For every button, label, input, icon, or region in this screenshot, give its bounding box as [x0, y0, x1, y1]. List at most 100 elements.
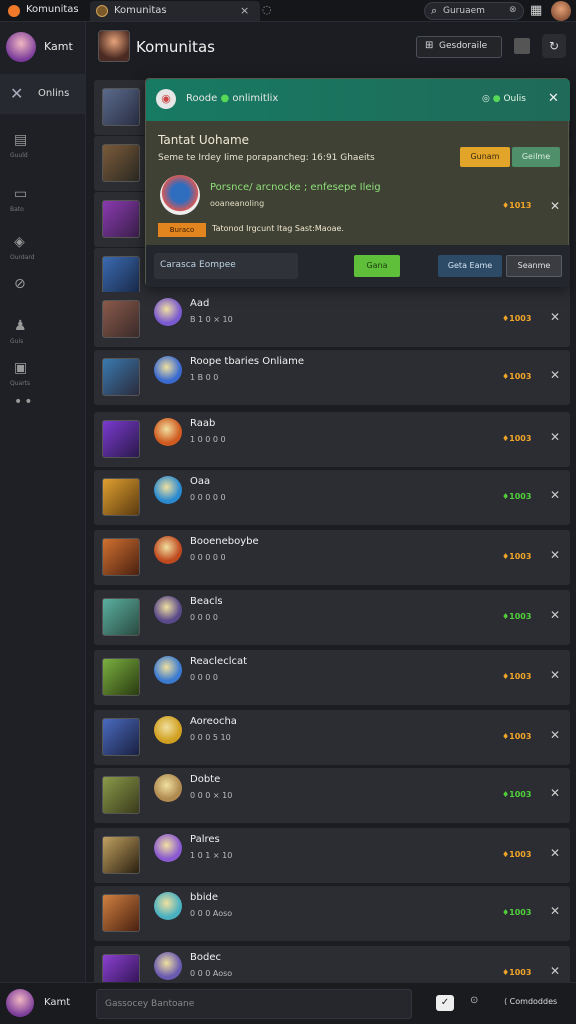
more-icon[interactable]: ••: [14, 394, 35, 410]
close-icon[interactable]: ✕: [550, 904, 560, 918]
close-icon[interactable]: ✕: [550, 430, 560, 444]
sidebar-item-link[interactable]: ⊘: [0, 270, 86, 310]
confirm-button[interactable]: Gana: [354, 255, 400, 277]
clear-icon[interactable]: ⊗: [509, 5, 517, 15]
game-button[interactable]: Geta Eame: [438, 255, 502, 277]
close-icon[interactable]: ✕: [548, 91, 559, 106]
sidebar-item-bato[interactable]: ▭ Bato: [0, 180, 86, 220]
list-item[interactable]: Aoreocha 0 0 0 5 10 ♦1003 ✕: [94, 710, 570, 765]
list-item[interactable]: Raab 1 0 0 0 0 ♦1003 ✕: [94, 412, 570, 467]
close-icon[interactable]: ✕: [550, 548, 560, 562]
level-badge: ♦1003: [502, 552, 531, 561]
list-item[interactable]: Booeneboybe 0 0 0 0 0 ♦1003 ✕: [94, 530, 570, 585]
member-name: Palres: [190, 834, 220, 845]
list-item[interactable]: bbide 0 0 0 Aoso ♦1003 ✕: [94, 886, 570, 941]
popup-secondary-button[interactable]: Geilme: [512, 147, 560, 167]
game-thumbnail: [102, 300, 140, 338]
chat-avatar: [160, 175, 200, 215]
app-title: Komunitas: [26, 4, 79, 15]
member-name: Dobte: [190, 774, 221, 785]
badge-value: 1003: [509, 314, 532, 323]
game-thumbnail: [102, 200, 140, 238]
avatar[interactable]: [551, 1, 571, 21]
status-text: ⟨ Comdoddes: [504, 997, 558, 1006]
list-item[interactable]: Palres 1 0 1 × 10 ♦1003 ✕: [94, 828, 570, 883]
close-icon[interactable]: ✕: [550, 488, 560, 502]
level-badge: ♦1003: [502, 434, 531, 443]
member-name: Bodec: [190, 952, 221, 963]
notification-popup: ◉ Roode ● onlimitlix ◎ ● Oulis ✕ Tantat …: [145, 78, 570, 287]
list-item[interactable]: Dobte 0 0 0 × 10 ♦1003 ✕: [94, 768, 570, 823]
message-input[interactable]: Gassocey Bantoane: [96, 989, 412, 1019]
game-icon: [154, 476, 182, 504]
level-badge: ♦1003: [502, 732, 531, 741]
search-icon: ⌕: [431, 4, 438, 17]
refresh-icon[interactable]: ↻: [542, 34, 566, 58]
sidebar-item-guild[interactable]: ▤ Guuld: [0, 126, 86, 166]
sidebar-item-label: Bato: [10, 206, 24, 213]
close-icon[interactable]: ✕: [550, 310, 560, 324]
sidebar-item-ourdard[interactable]: ◈ Ourdard: [0, 228, 86, 268]
alert-icon: ◉: [156, 89, 176, 109]
list-item[interactable]: Roope tbaries Onliame 1 B 0 0 ♦1003 ✕: [94, 350, 570, 405]
badge-value: 1003: [509, 850, 532, 859]
close-icon[interactable]: ✕: [550, 786, 560, 800]
sidebar-item-guis[interactable]: ♟ Guis: [0, 312, 86, 352]
badge-value: 1003: [509, 552, 532, 561]
game-thumbnail: [102, 88, 140, 126]
community-avatar: [98, 30, 130, 62]
close-icon[interactable]: ✕: [550, 199, 560, 213]
header-action-button[interactable]: ⊞ Gesdoraile: [416, 36, 502, 58]
chat-message: Porsnce/ arcnocke ; enfesepe Ileig: [210, 182, 381, 193]
close-icon[interactable]: ✕: [550, 728, 560, 742]
close-icon[interactable]: ✕: [550, 668, 560, 682]
settings-icon[interactable]: ⊙: [470, 995, 478, 1006]
tab-close-icon[interactable]: ×: [240, 4, 249, 17]
sidebar-item-online[interactable]: ✕ Onlins: [0, 74, 86, 114]
list-item[interactable]: Aad B 1 0 × 10 ♦1003 ✕: [94, 292, 570, 347]
popup-input[interactable]: Carasca Eompee: [154, 253, 298, 279]
list-item[interactable]: Reacleclcat 0 0 0 0 ♦1003 ✕: [94, 650, 570, 705]
popup-header: ◉ Roode ● onlimitlix ◎ ● Oulis ✕: [146, 79, 570, 121]
game-thumbnail: [102, 538, 140, 576]
user-avatar[interactable]: [6, 32, 36, 62]
game-icon: [154, 418, 182, 446]
game-thumbnail: [102, 478, 140, 516]
member-meta: 0 0 0 5 10: [190, 733, 231, 742]
close-icon[interactable]: ✕: [550, 368, 560, 382]
monitor-icon: ▭: [14, 186, 28, 202]
tab-new-icon[interactable]: ◌: [262, 3, 272, 16]
search-input[interactable]: Guruaem: [443, 6, 485, 16]
message-input-placeholder: Gassocey Bantoane: [105, 999, 195, 1009]
member-name: Aad: [190, 298, 210, 309]
game-icon: [154, 774, 182, 802]
popup-footer: Carasca Eompee Gana Geta Eame Seanme: [146, 245, 570, 287]
user-avatar[interactable]: [6, 989, 34, 1017]
tab-komunitas[interactable]: Komunitas ×: [90, 1, 260, 21]
header: Komunitas ⊞ Gesdoraile ↻: [86, 22, 576, 72]
sidebar: Kamt ✕ Onlins ▤ Guuld ▭ Bato ◈ Ourdard ⊘…: [0, 22, 86, 982]
check-icon[interactable]: ✓: [436, 995, 454, 1011]
game-thumbnail: [102, 894, 140, 932]
sidebar-item-quarts[interactable]: ▣ Quarts: [0, 354, 86, 394]
book-icon: ▤: [14, 132, 28, 148]
grid-icon[interactable]: [514, 38, 530, 54]
list-item[interactable]: Beacls 0 0 0 0 ♦1003 ✕: [94, 590, 570, 645]
level-badge: ♦1003: [502, 908, 531, 917]
badge-value: 1003: [509, 732, 532, 741]
close-icon[interactable]: ✕: [550, 846, 560, 860]
close-icon[interactable]: ✕: [550, 608, 560, 622]
alert-tag: Buraco: [158, 223, 206, 237]
search-box[interactable]: ⌕ Guruaem ⊗: [424, 2, 524, 20]
people-icon: ♟: [14, 318, 27, 334]
list-item[interactable]: Oaa 0 0 0 0 0 ♦1003 ✕: [94, 470, 570, 525]
status-badge: ◎ ● Oulis: [482, 94, 526, 104]
close-icon[interactable]: ✕: [550, 964, 560, 978]
badge-value: 1003: [509, 968, 532, 977]
grid-icon[interactable]: ▦: [530, 3, 542, 18]
dismiss-button[interactable]: Seanme: [506, 255, 562, 277]
chat-badge: ♦1013: [502, 201, 532, 210]
member-name: Oaa: [190, 476, 211, 487]
member-meta: 0 0 0 0: [190, 673, 218, 682]
popup-primary-button[interactable]: Gunam: [460, 147, 510, 167]
